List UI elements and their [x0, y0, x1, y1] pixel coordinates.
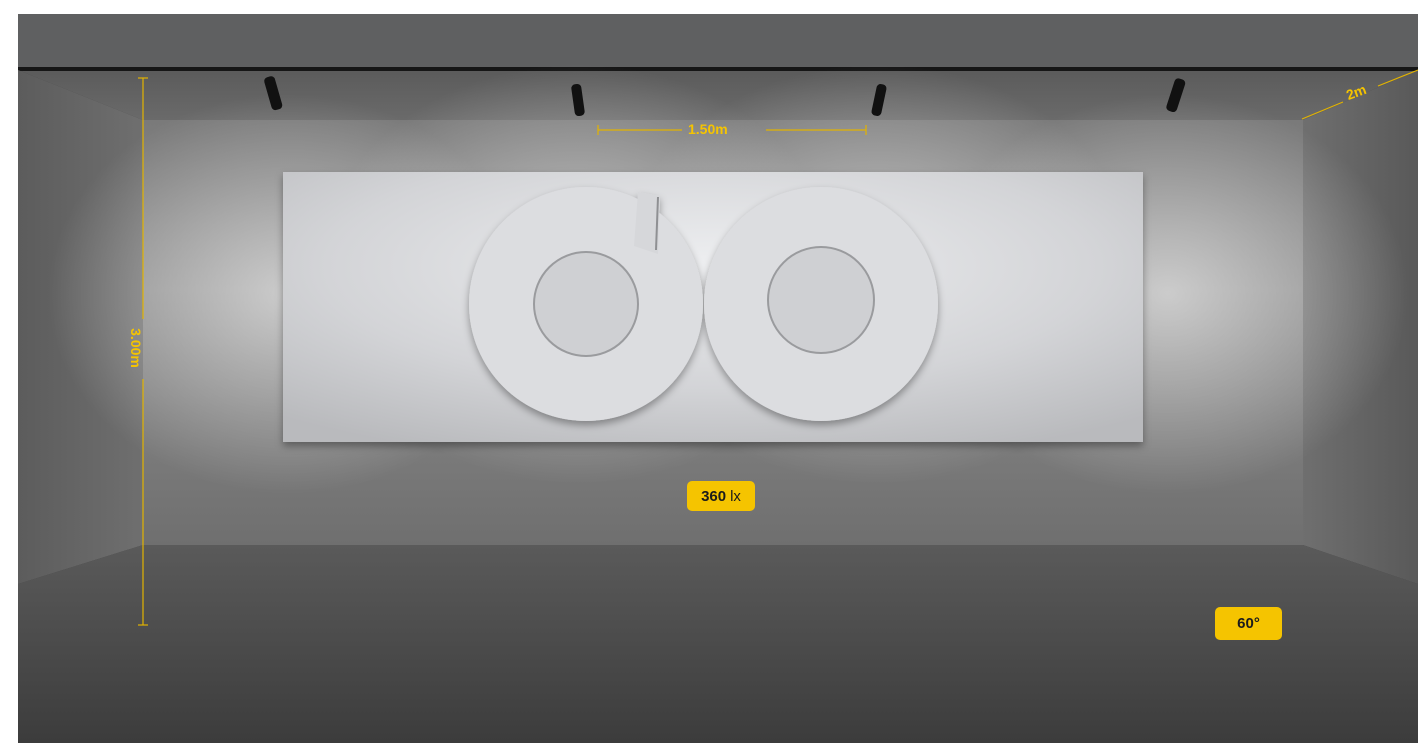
beam-spacing-label: 1.50m — [688, 121, 728, 137]
illuminance-value: 360 — [701, 487, 727, 505]
beam-angle-badge: 60° — [1215, 607, 1282, 640]
lighting-scene: 1.50m 3.00m 2m 360 lx 60° — [18, 14, 1418, 743]
ceiling-height-label: 3.00m — [127, 328, 144, 368]
illuminance-badge: 360 lx — [687, 481, 755, 511]
illuminance-unit: lx — [730, 487, 741, 505]
track-rail — [18, 67, 1418, 71]
ceiling-top — [18, 14, 1418, 68]
floor — [18, 545, 1418, 743]
